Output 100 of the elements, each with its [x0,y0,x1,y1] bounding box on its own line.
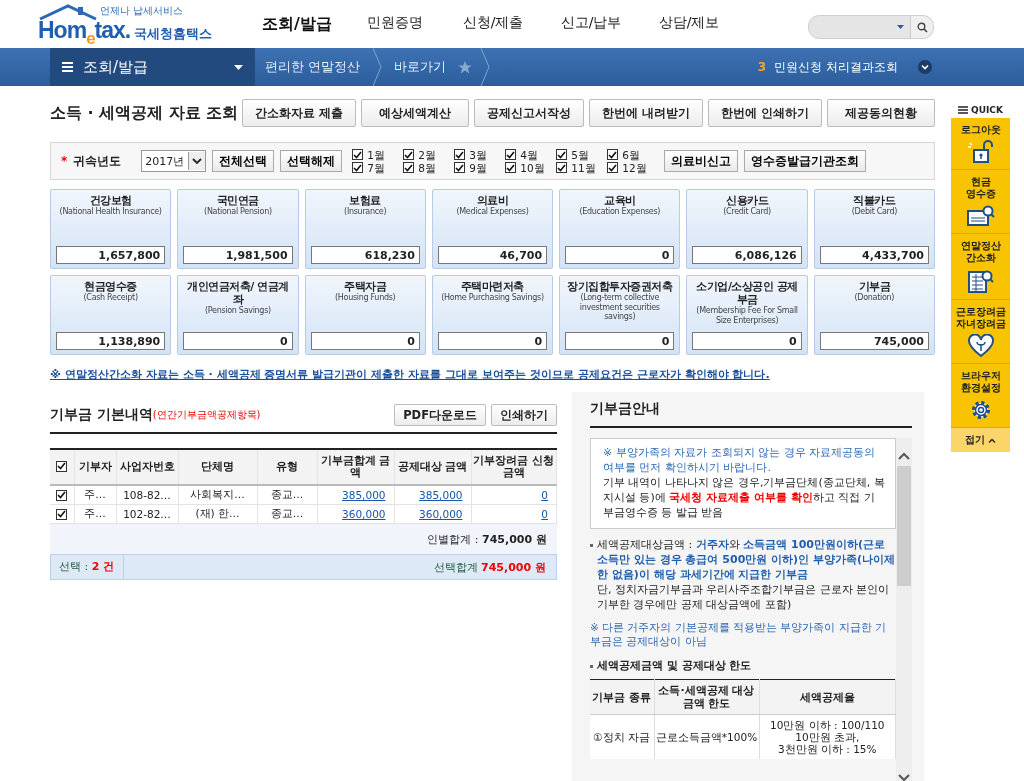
category-name: 주택마련저축 [461,280,524,293]
checkbox[interactable] [56,489,68,501]
amount-link[interactable]: 0 [541,489,548,501]
amount-field: 0 [183,332,293,350]
month-label: 2월 [418,148,436,161]
menu-item[interactable]: 신청/제출 [444,13,542,35]
category-card[interactable]: 보험료 (Insurance) 618,230 [304,189,426,269]
search-field[interactable] [808,15,934,39]
breadcrumb-link[interactable]: 바로가기 [390,58,451,76]
chevron-down-icon[interactable] [918,60,932,74]
category-card[interactable]: 소기업/소상공인 공제부금 (Membership Fee For Small Size Enterprises) 0 [686,275,808,355]
unlocked-padlock-icon [966,140,995,164]
action-button[interactable]: 한번에 내려받기 [588,99,703,127]
quick-menu-item[interactable]: 로그아웃 [951,118,1010,170]
category-card[interactable]: 국민연금 (National Pension) 1,981,500 [177,189,299,269]
amount-link[interactable]: 360,000 [342,508,386,520]
checkbox[interactable] [454,149,466,160]
toolbar-button[interactable]: PDF다운로드 [394,404,486,426]
table-cell: ①정치 자금 [590,714,654,759]
column-header: 유형 [257,449,317,485]
category-english: (Donation) [854,293,895,303]
quick-menu-item[interactable]: 현금 영수증 [951,170,1010,234]
checkbox[interactable] [607,149,619,160]
checkbox[interactable] [556,162,568,173]
amount-link[interactable]: 385,000 [342,489,386,501]
menu-item[interactable]: 조회/발급 [248,13,346,35]
toolbar-button[interactable]: 인쇄하기 [491,404,557,426]
action-button[interactable]: 공제신고서작성 [473,99,584,127]
subsection-title: 세액공제금액 및 공제대상 한도 [597,658,752,673]
year-select[interactable]: 2017년 [141,150,207,172]
category-english: (Long-term collective investment securities savings) [578,293,661,322]
chevron-down-icon[interactable] [898,774,910,781]
filter-button[interactable]: 영수증발급기관조회 [744,150,867,172]
select-all-button[interactable]: 전체선택 [212,150,275,172]
breadcrumb-link[interactable]: 편리한 연말정산 [261,58,365,76]
action-button[interactable]: 간소화자료 제출 [241,99,356,127]
category-name: 직불카드 [853,194,896,207]
category-card[interactable]: 장기집합투자증권저축 (Long-term collective investment securities savings) 0 [559,275,681,355]
category-card[interactable]: 현금영수증 (Cash Receipt) 1,138,890 [50,275,172,355]
menu-item[interactable]: 신고/납부 [542,13,640,35]
month-label: 9월 [469,161,487,174]
category-card[interactable]: 개인연금저축/ 연금계좌 (Pension Savings) 0 [177,275,299,355]
action-button[interactable]: 예상세액계산 [360,99,469,127]
category-card[interactable]: 의료비 (Medical Expenses) 46,700 [431,189,554,269]
scrollbar-thumb[interactable] [897,466,911,586]
scrollbar[interactable] [896,438,912,781]
checkbox[interactable] [352,162,364,173]
amount-field: 618,230 [310,246,420,264]
logo[interactable]: Hom$_{e}$tax. [38,17,131,49]
category-name: 기부금 [858,280,891,293]
collapse-button[interactable]: 접기 [951,428,1010,452]
chevron-up-icon[interactable] [898,452,910,460]
category-card[interactable]: 주택자금 (Housing Funds) 0 [304,275,426,355]
category-card[interactable]: 기부금 (Donation) 745,000 [813,275,935,355]
column-header: 단체명 [178,449,257,485]
category-card[interactable]: 건강보험 (National Health Insurance) 1,657,800 [50,189,172,269]
checkbox[interactable] [505,162,517,173]
checkbox[interactable] [56,508,68,520]
checkbox[interactable] [454,162,466,173]
star-icon[interactable] [458,60,473,74]
bullet-icon [590,544,593,547]
filter-button[interactable]: 의료비신고 [664,150,739,172]
category-english: (Insurance) [344,207,387,217]
checkbox[interactable] [607,162,619,173]
quick-menu-item[interactable]: 근로장려금 자녀장려금 [951,300,1010,364]
category-card[interactable]: 교육비 (Education Expenses) 0 [559,189,681,269]
caret-icon[interactable] [897,25,904,29]
quick-menu-item[interactable]: 연말정산 간소화 [951,234,1010,300]
search-button[interactable] [910,16,933,38]
category-card[interactable]: 직불카드 (Debit Card) 4,433,700 [813,189,935,269]
action-button[interactable]: 한번에 인쇄하기 [708,99,822,127]
quick-menu-item[interactable]: 브라우저 환경설정 [951,364,1010,428]
menu-item[interactable]: 민원증명 [346,13,444,35]
column-header: 공제대상 금액 [394,449,471,485]
menu-item[interactable]: 상담/제보 [640,13,738,35]
category-card[interactable]: 주택마련저축 (Home Purchasing Savings) 0 [431,275,554,355]
checkbox[interactable] [403,162,415,173]
amount-link[interactable]: 0 [541,508,548,520]
status-link[interactable]: 민원신청 처리결과조회 [774,58,898,76]
chevron-down-icon [192,158,203,164]
notice-link[interactable]: ※ 연말정산간소화 자료는 소득 · 세액공제 증명서류 발급기관이 제출한 자료를 그대로 보여주는 것이므로 공제요건은 근로자가 확인해야 합니다. [50,367,770,382]
table-cell: 종교… [257,504,317,524]
checkbox[interactable] [505,149,517,160]
quick-title: QUICK [971,105,1003,115]
amount-field: 0 [565,246,675,264]
category-english: (Membership Fee For Small Size Enterprises) [695,306,799,325]
bullet-note: 단, 정치자금기부금과 우리사주조합기부금은 근로자 본인이 기부한 경우에만 공제 대상금액에 포함) [597,582,891,612]
deselect-button[interactable]: 선택해제 [280,150,343,172]
checkbox[interactable] [56,460,68,472]
table-cell: 주… [74,504,116,524]
checkbox[interactable] [403,149,415,160]
menu-dropdown[interactable]: 조회/발급 [50,48,255,86]
category-english: (Cash Receipt) [83,293,138,303]
category-card[interactable]: 신용카드 (Credit Card) 6,086,126 [686,189,808,269]
checkbox[interactable] [352,149,364,160]
action-button[interactable]: 제공동의현황 [827,99,935,127]
amount-link[interactable]: 385,000 [419,489,463,501]
amount-link[interactable]: 360,000 [419,508,463,520]
amount-field: 745,000 [819,332,929,350]
checkbox[interactable] [556,149,568,160]
